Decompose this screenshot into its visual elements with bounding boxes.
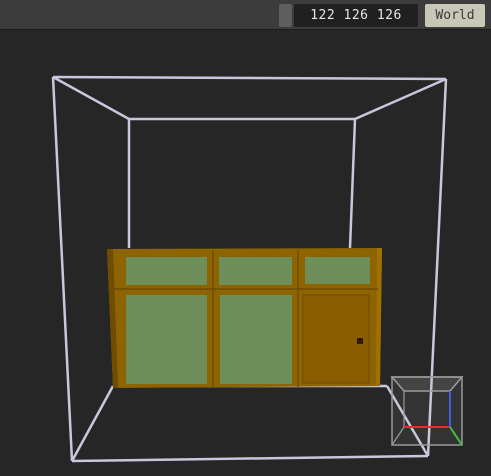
glass-panel-top-left <box>126 257 207 285</box>
glass-door-middle <box>220 295 292 384</box>
3d-viewport[interactable] <box>0 31 491 476</box>
coordinate-readout[interactable]: 122 126 126 <box>294 4 418 27</box>
orientation-gizmo[interactable] <box>390 376 464 446</box>
door-knob <box>357 338 363 344</box>
bbox-edge <box>354 77 447 121</box>
bbox-edge <box>348 118 357 249</box>
bbox-edge <box>52 75 130 121</box>
cabinet-right-edge <box>376 248 382 386</box>
glass-panel-top-right <box>305 257 370 284</box>
glass-door-left <box>126 295 207 384</box>
gizmo-cube-front <box>391 376 463 446</box>
bbox-edge <box>70 385 115 462</box>
coordinate-field-handle[interactable] <box>279 4 292 27</box>
cabinet-model[interactable] <box>107 248 382 388</box>
glass-panel-top-middle <box>219 257 292 285</box>
world-space-toggle-button[interactable]: World <box>425 4 485 27</box>
bbox-edge <box>71 454 429 463</box>
bbox-edge <box>51 76 74 462</box>
viewport-toolbar: 122 126 126 World <box>0 0 491 30</box>
bbox-edge <box>52 75 447 81</box>
